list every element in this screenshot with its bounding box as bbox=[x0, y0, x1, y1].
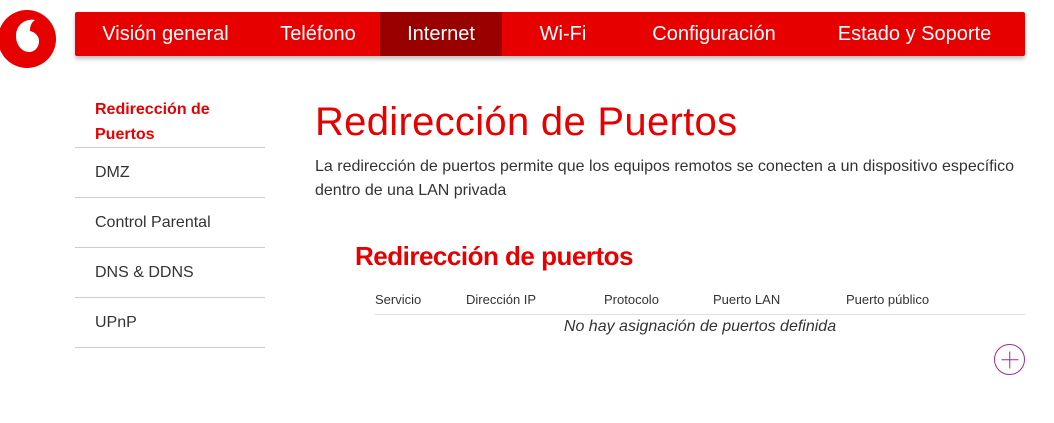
nav-tab-vision-general[interactable]: Visión general bbox=[75, 12, 256, 56]
column-header-protocolo: Protocolo bbox=[604, 292, 659, 307]
sidebar-item-redireccion-puertos[interactable]: Redirección de Puertos bbox=[75, 95, 265, 148]
section-title: Redirección de puertos bbox=[355, 241, 633, 271]
column-header-servicio: Servicio bbox=[375, 292, 422, 307]
vodafone-logo bbox=[0, 10, 56, 68]
nav-tab-telefono[interactable]: Teléfono bbox=[256, 12, 380, 56]
nav-tab-configuracion[interactable]: Configuración bbox=[624, 12, 804, 56]
table-header: Servicio Dirección IP Protocolo Puerto L… bbox=[375, 290, 1025, 315]
sidebar-item-upnp[interactable]: UPnP bbox=[75, 298, 265, 348]
nav-tab-estado-soporte[interactable]: Estado y Soporte bbox=[804, 12, 1025, 56]
column-header-puerto-publico: Puerto público bbox=[846, 292, 930, 307]
nav-tab-wifi[interactable]: Wi-Fi bbox=[502, 12, 624, 56]
top-navigation: Visión general Teléfono Internet Wi-Fi C… bbox=[75, 12, 1025, 56]
plus-circle-icon[interactable] bbox=[994, 344, 1025, 375]
column-header-direccion-ip: Dirección IP bbox=[466, 292, 537, 307]
sidebar-item-control-parental[interactable]: Control Parental bbox=[75, 198, 265, 248]
column-header-puerto-lan: Puerto LAN bbox=[713, 292, 781, 307]
sidebar-item-dmz[interactable]: DMZ bbox=[75, 148, 265, 198]
sidebar-item-dns-ddns[interactable]: DNS & DDNS bbox=[75, 248, 265, 298]
main-content: Redirección de Puertos La redirección de… bbox=[315, 95, 1030, 203]
page-description: La redirección de puertos permite que lo… bbox=[315, 158, 1015, 199]
page-title: Redirección de Puertos bbox=[315, 100, 738, 144]
port-forwarding-table: Servicio Dirección IP Protocolo Puerto L… bbox=[375, 290, 1025, 336]
nav-tab-internet[interactable]: Internet bbox=[380, 12, 502, 56]
sidebar: Redirección de Puertos DMZ Control Paren… bbox=[75, 95, 265, 348]
table-empty-message: No hay asignación de puertos definida bbox=[563, 318, 837, 335]
